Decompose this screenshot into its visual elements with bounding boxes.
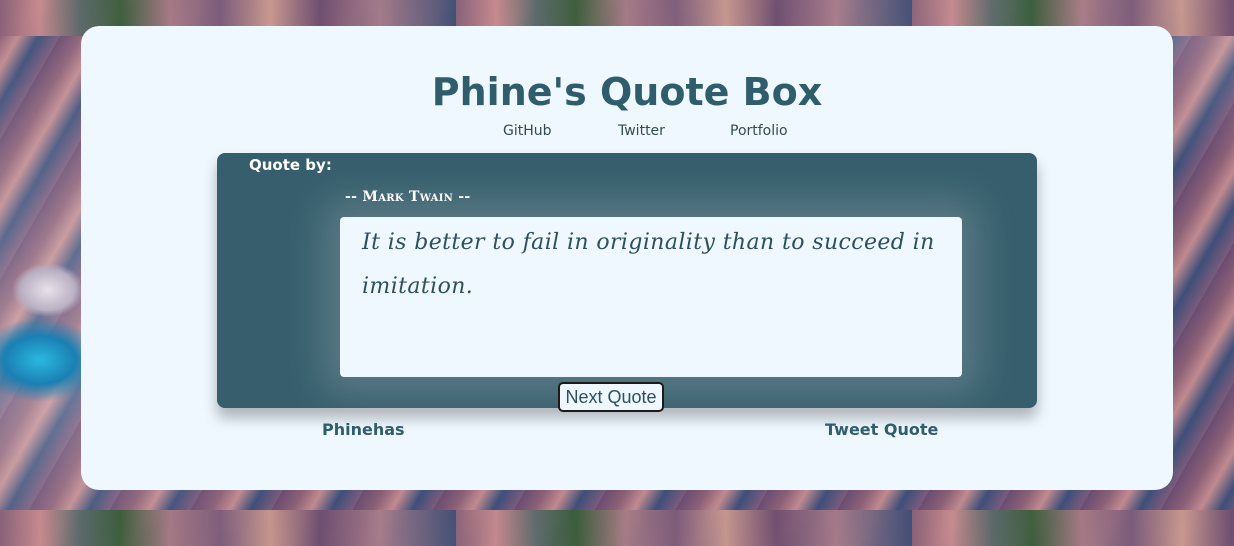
background-bottom-strip: [0, 510, 1234, 546]
tweet-quote-link[interactable]: Tweet Quote: [825, 420, 938, 439]
portfolio-link[interactable]: Portfolio: [730, 123, 788, 139]
quote-panel: Quote by: -- Mark Twain -- It is better …: [217, 153, 1037, 412]
quote-by-label: Quote by:: [249, 156, 332, 174]
quote-text-box: It is better to fail in originality than…: [340, 217, 962, 377]
quote-author: -- Mark Twain --: [345, 189, 471, 205]
author-name-link[interactable]: Phinehas: [322, 420, 405, 439]
next-quote-button[interactable]: Next Quote: [558, 382, 664, 412]
page-title: Phine's Quote Box: [431, 70, 823, 114]
twitter-link[interactable]: Twitter: [618, 123, 665, 139]
nav-links: GitHub Twitter Portfolio: [81, 123, 1173, 145]
quote-text: It is better to fail in originality than…: [362, 230, 935, 299]
github-link[interactable]: GitHub: [503, 123, 552, 139]
quote-card: Phine's Quote Box GitHub Twitter Portfol…: [81, 26, 1173, 490]
